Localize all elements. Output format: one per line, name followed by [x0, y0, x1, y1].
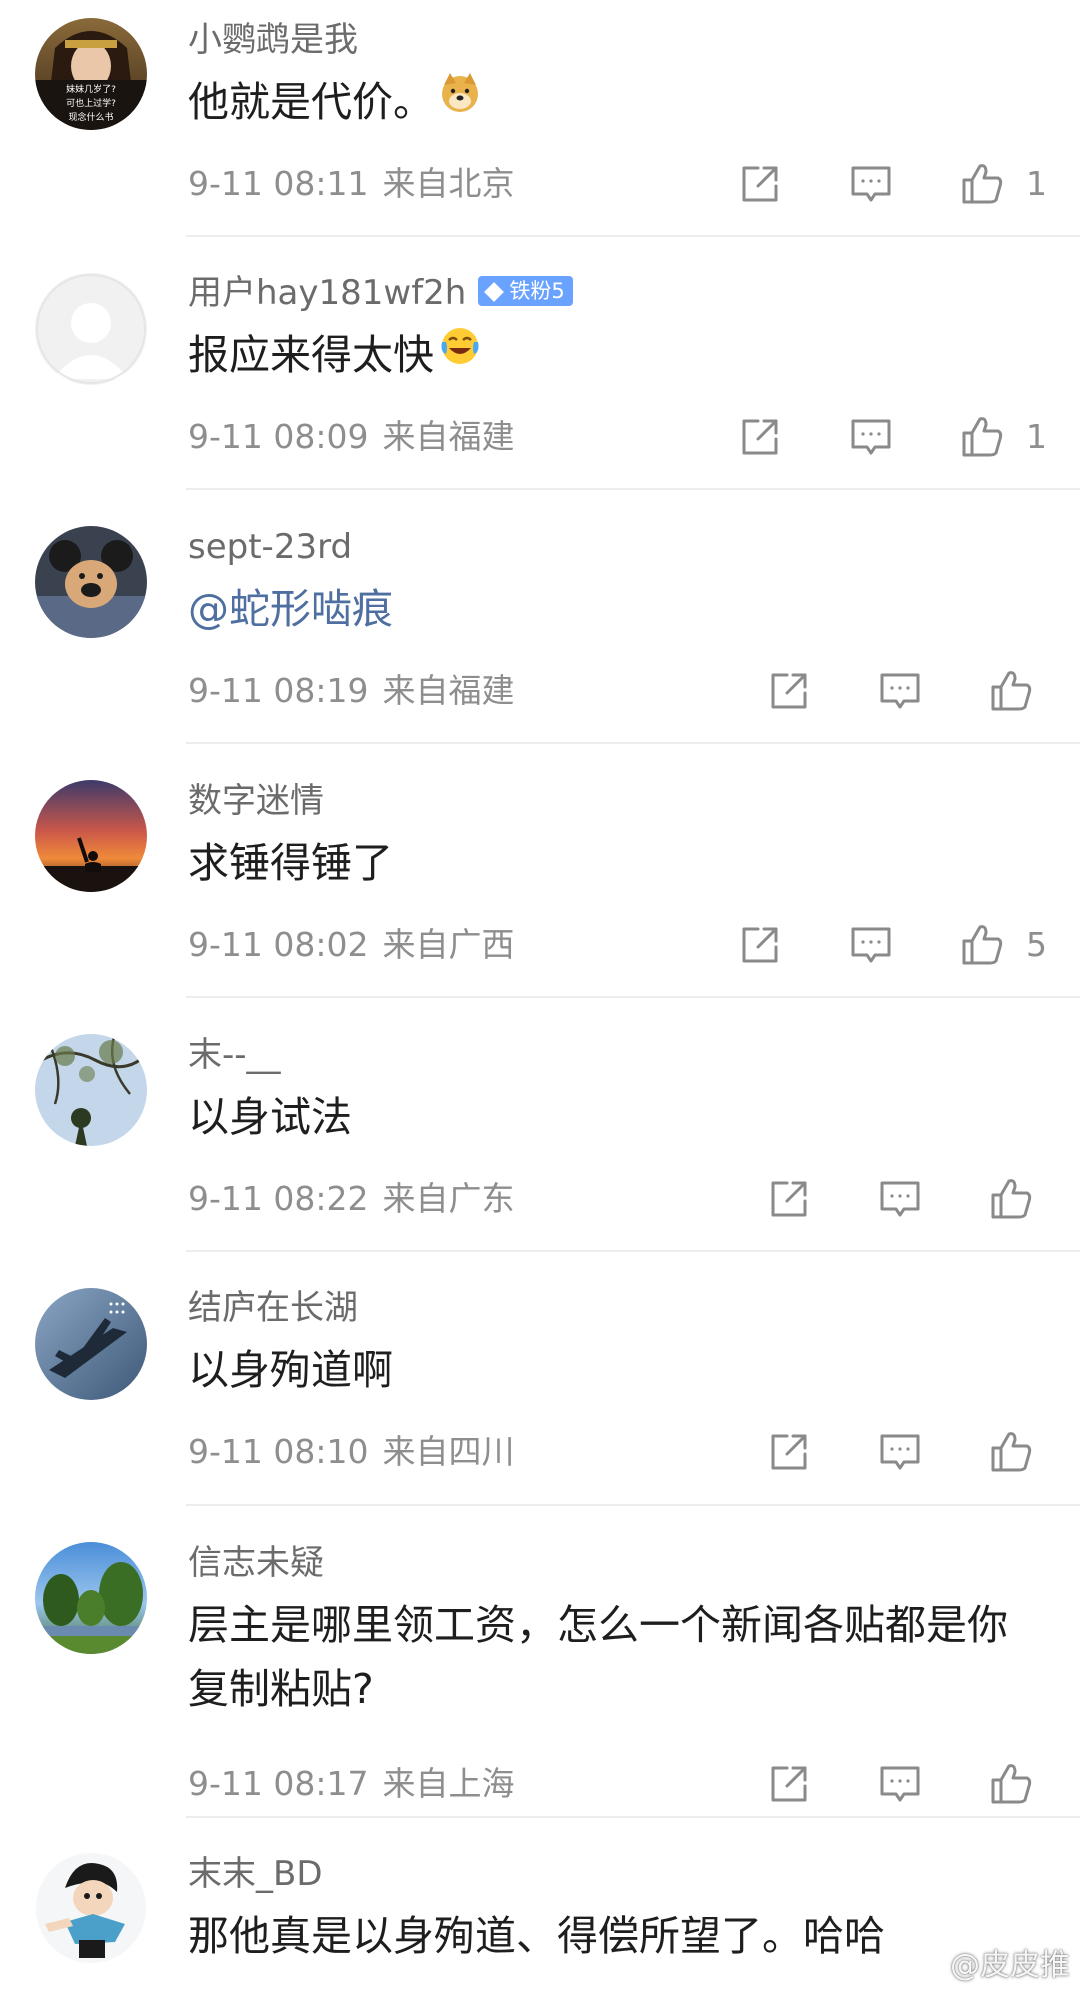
location: 来自福建 — [382, 671, 515, 710]
comment-text: 以身殉道啊 — [188, 1346, 393, 1394]
comment-text-content: 报应来得太快 — [188, 331, 434, 379]
like-count: 5 — [1026, 925, 1047, 964]
comment-meta: 9-11 08:19 来自福建 — [188, 671, 515, 711]
fan-badge[interactable]: 铁粉5 — [478, 275, 573, 306]
timestamp: 9-11 08:02 — [188, 925, 369, 964]
avatar[interactable] — [35, 1034, 147, 1146]
avatar[interactable] — [35, 780, 147, 892]
comment-text-content: 他就是代价。 — [188, 78, 434, 126]
location: 来自北京 — [382, 164, 515, 203]
like-icon[interactable] — [987, 1175, 1035, 1223]
share-icon[interactable] — [765, 1428, 813, 1476]
share-icon[interactable] — [765, 1175, 813, 1223]
comment-icon[interactable] — [876, 1428, 924, 1476]
location: 来自广东 — [382, 1179, 515, 1218]
comment-meta: 9-11 08:11 来自北京 — [188, 164, 515, 204]
comment-text: 层主是哪里领工资，怎么一个新闻各贴都是你复制粘贴? — [188, 1601, 1008, 1713]
comment-meta: 9-11 08:17 来自上海 — [188, 1764, 515, 1804]
comment-meta: 9-11 08:09 来自福建 — [188, 417, 515, 457]
comment-icon[interactable] — [876, 667, 924, 715]
username[interactable]: 信志未疑 — [188, 1543, 324, 1583]
comment-icon[interactable] — [847, 160, 895, 208]
like-icon[interactable] — [958, 921, 1006, 969]
username[interactable]: 数字迷情 — [188, 781, 324, 821]
like-icon[interactable] — [958, 413, 1006, 461]
timestamp: 9-11 08:10 — [188, 1432, 369, 1471]
like-icon[interactable] — [987, 667, 1035, 715]
comment-meta: 9-11 08:10 来自四川 — [188, 1432, 515, 1472]
divider — [186, 742, 1080, 744]
avatar[interactable] — [35, 1288, 147, 1400]
timestamp: 9-11 08:09 — [188, 417, 369, 456]
avatar[interactable]: 妹妹几岁了? 可也上过学? 现念什么书 — [35, 18, 147, 130]
watermark-text: @皮皮推 — [950, 1948, 1070, 1983]
doge-emoji-icon — [438, 69, 482, 133]
like-icon[interactable] — [987, 1760, 1035, 1808]
username[interactable]: 末末_BD — [188, 1854, 323, 1894]
like-icon[interactable] — [958, 160, 1006, 208]
like-count: 1 — [1026, 164, 1047, 203]
avatar[interactable] — [35, 273, 147, 385]
laugh-cry-emoji-icon — [438, 322, 482, 386]
username[interactable]: 结庐在长湖 — [188, 1288, 358, 1328]
location: 来自四川 — [382, 1432, 515, 1471]
diamond-icon — [484, 281, 505, 302]
location: 来自福建 — [382, 417, 515, 456]
comment-icon[interactable] — [876, 1760, 924, 1808]
comment-text: 求锤得锤了 — [188, 839, 393, 887]
comment-icon[interactable] — [847, 921, 895, 969]
timestamp: 9-11 08:11 — [188, 164, 369, 203]
share-icon[interactable] — [736, 413, 784, 461]
badge-label: 铁粉5 — [509, 278, 565, 303]
comment-text: 以身试法 — [188, 1093, 352, 1141]
timestamp: 9-11 08:22 — [188, 1179, 369, 1218]
comment-text: 那他真是以身殉道、得偿所望了。哈哈 — [188, 1912, 885, 1960]
share-icon[interactable] — [765, 1760, 813, 1808]
timestamp: 9-11 08:17 — [188, 1764, 369, 1803]
comment-text: 他就是代价。 — [188, 70, 1038, 137]
svg-text:现念什么书: 现念什么书 — [68, 111, 113, 123]
username[interactable]: sept-23rd — [188, 527, 352, 567]
comment-meta: 9-11 08:22 来自广东 — [188, 1179, 515, 1219]
username-text: 用户hay181wf2h — [188, 273, 467, 313]
location: 来自上海 — [382, 1764, 515, 1803]
avatar[interactable] — [35, 526, 147, 638]
location: 来自广西 — [382, 925, 515, 964]
comment-icon[interactable] — [847, 413, 895, 461]
divider — [186, 488, 1080, 490]
divider — [186, 1816, 1080, 1818]
divider — [186, 1504, 1080, 1506]
share-icon[interactable] — [765, 667, 813, 715]
username[interactable]: 用户hay181wf2h 铁粉5 — [188, 273, 573, 313]
username[interactable]: 末--__ — [188, 1035, 281, 1075]
divider — [186, 1250, 1080, 1252]
avatar[interactable] — [35, 1852, 147, 1964]
divider — [186, 996, 1080, 998]
comment-meta: 9-11 08:02 来自广西 — [188, 925, 515, 965]
divider — [186, 235, 1080, 237]
avatar[interactable] — [35, 1542, 147, 1654]
share-icon[interactable] — [736, 921, 784, 969]
svg-text:妹妹几岁了?: 妹妹几岁了? — [66, 83, 116, 95]
svg-text:可也上过学?: 可也上过学? — [66, 97, 116, 109]
timestamp: 9-11 08:19 — [188, 671, 369, 710]
share-icon[interactable] — [736, 160, 784, 208]
comment-text: 报应来得太快 — [188, 323, 1038, 390]
username[interactable]: 小鹦鹉是我 — [188, 20, 358, 60]
like-count: 1 — [1026, 417, 1047, 456]
watermark: @皮皮推 — [912, 1940, 1070, 1984]
comment-icon[interactable] — [876, 1175, 924, 1223]
mention-link[interactable]: @蛇形啮痕 — [188, 577, 1038, 641]
like-icon[interactable] — [987, 1428, 1035, 1476]
weibo-logo-icon — [912, 1955, 945, 1980]
